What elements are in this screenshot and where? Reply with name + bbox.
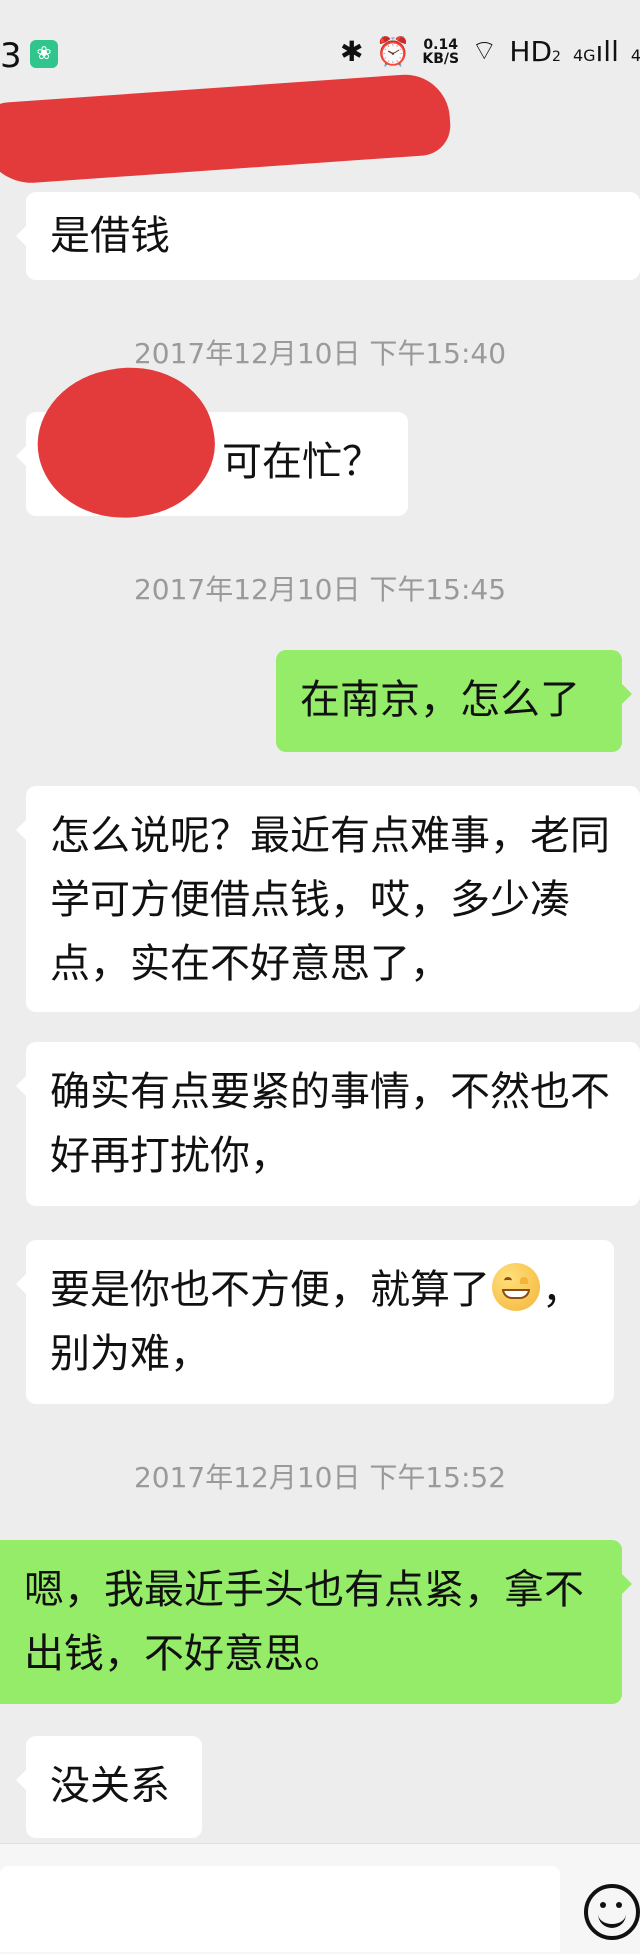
hd-label: HD [509,35,553,68]
network-speed: 0.14 KB/S [422,38,459,66]
hd-indicator: HD2 [509,35,561,68]
message-text-1: 是借钱 [50,213,170,259]
bluetooth-icon: ✱ [340,35,364,68]
message-bubble-7[interactable]: 嗯，我最近手头也有点紧，拿不出钱，不好意思。 [0,1540,632,1704]
message-text-4: 怎么说呢？最近有点难事，老同学可方便借点钱，哎，多少凑点，实在不好意思了， [50,813,610,987]
signal-4g-label: 4G [572,46,596,65]
network-speed-unit: KB/S [422,50,460,67]
signal-4g-icon-2: 4G [631,35,640,68]
timestamp-1: 2017年12月10日 下午15:40 [133,337,507,370]
message-text-2: 可在忙？ [222,439,382,485]
wifi-icon: ⌔ [471,34,498,67]
status-icons: ✱ ⏰ 0.14 KB/S ⌔ HD2 4Gıll 4G [340,34,640,69]
message-text-6a: 要是你也不方便，就算了 [50,1267,490,1313]
app-notification-icon: ❀ [30,40,58,68]
message-text-3: 在南京，怎么了 [300,677,580,723]
message-bubble-8[interactable]: 没关系 [16,1736,202,1838]
chat-input-bar [0,1843,640,1954]
message-text-7: 嗯，我最近手头也有点紧，拿不出钱，不好意思。 [24,1567,584,1677]
emoji-icon[interactable] [584,1884,640,1940]
message-text-8: 没关系 [50,1763,170,1809]
message-input[interactable] [0,1866,560,1952]
message-bubble-3[interactable]: 在南京，怎么了 [276,650,632,752]
grin-emoji [492,1263,540,1311]
timestamp-3: 2017年12月10日 下午15:52 [133,1461,507,1494]
status-left-fragment: 3 [0,36,22,76]
message-bubble-4[interactable]: 怎么说呢？最近有点难事，老同学可方便借点钱，哎，多少凑点，实在不好意思了， [16,786,640,1012]
timestamp-2: 2017年12月10日 下午15:45 [133,573,507,606]
message-bubble-5[interactable]: 确实有点要紧的事情，不然也不好再打扰你， [16,1042,640,1206]
message-text-5: 确实有点要紧的事情，不然也不好再打扰你， [50,1069,610,1179]
signal-4g-icon: 4Gıll [572,35,619,68]
message-bubble-1[interactable]: 是借钱 [16,192,640,280]
alarm-icon: ⏰ [375,35,411,68]
message-bubble-6[interactable]: 要是你也不方便，就算了 ，别为难， [16,1240,614,1404]
signal-4g-label-2: 4G [630,46,640,65]
hd-sub: 2 [552,49,561,65]
